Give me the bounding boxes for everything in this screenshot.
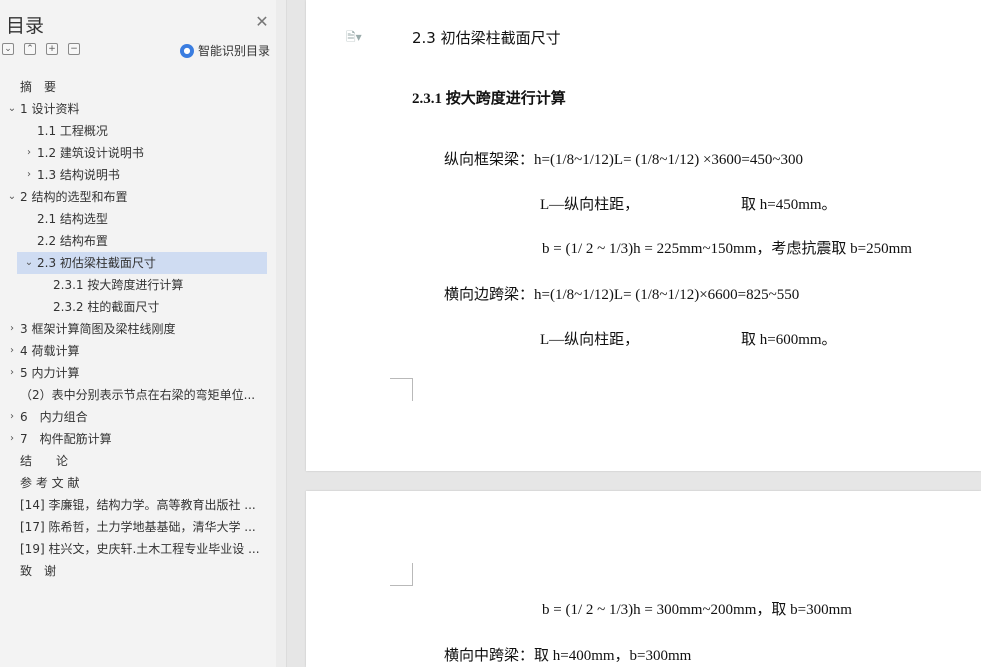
- toc-item-label: 3 框架计算简图及梁柱线刚度: [20, 322, 176, 336]
- page-corner-mark-2: [390, 563, 413, 586]
- toc-item[interactable]: [17] 陈希哲，土力学地基基础，清华大学 ...: [0, 516, 276, 538]
- chevron-right-icon[interactable]: ›: [5, 406, 19, 428]
- toc-item-label: [17] 陈希哲，土力学地基基础，清华大学 ...: [20, 520, 256, 534]
- toc-item[interactable]: 致 谢: [0, 560, 276, 582]
- toc-item[interactable]: › 5 内力计算: [0, 362, 276, 384]
- chevron-down-icon[interactable]: ⌄: [5, 98, 19, 120]
- toc-item[interactable]: 2.3.2 柱的截面尺寸: [0, 296, 276, 318]
- toc-item[interactable]: （2）表中分别表示节点在右梁的弯矩单位...: [0, 384, 276, 406]
- toc-item[interactable]: 2.2 结构布置: [0, 230, 276, 252]
- toc-item-label: 5 内力计算: [20, 366, 80, 380]
- toc-item-label: 摘 要: [20, 80, 57, 94]
- document-icon[interactable]: 🗎▾: [346, 28, 362, 49]
- toc-item[interactable]: [19] 柱兴文，史庆轩.土木工程专业毕业设 ...: [0, 538, 276, 560]
- toc-item-label: 2.2 结构布置: [37, 234, 108, 248]
- heading-2-3: 2.3 初估梁柱截面尺寸: [412, 29, 561, 47]
- toc-item[interactable]: [14] 李廉锟，结构力学。高等教育出版社 ...: [0, 494, 276, 516]
- toc-item-label: 2.3.2 柱的截面尺寸: [53, 300, 160, 314]
- toc-item-label: 致 谢: [20, 564, 57, 578]
- toc-item[interactable]: 2.3.1 按大跨度进行计算: [0, 274, 276, 296]
- toc-item[interactable]: › 4 荷载计算: [0, 340, 276, 362]
- toc-item[interactable]: › 6 内力组合: [0, 406, 276, 428]
- note-column-spacing-2: L—纵向柱距，: [540, 332, 640, 348]
- note-take-h: 取 h=450mm。: [741, 197, 837, 213]
- toc-item-label: 2.3 初估梁柱截面尺寸: [37, 256, 156, 270]
- note-take-h-2: 取 h=600mm。: [741, 332, 837, 348]
- toc-item[interactable]: ⌄ 2.3 初估梁柱截面尺寸: [17, 252, 267, 274]
- chevron-right-icon[interactable]: ›: [5, 362, 19, 384]
- toc-item[interactable]: › 1.2 建筑设计说明书: [0, 142, 276, 164]
- toc-item-label: 1.1 工程概况: [37, 124, 108, 138]
- chevron-right-icon[interactable]: ›: [5, 340, 19, 362]
- expand-all-icon[interactable]: ⌄: [2, 43, 14, 55]
- remove-heading-icon[interactable]: −: [68, 43, 80, 55]
- heading-2-3-1: 2.3.1 按大跨度进行计算: [412, 91, 566, 107]
- sidebar-scrollbar[interactable]: [276, 0, 286, 667]
- smart-toc-button[interactable]: ● 智能识别目录: [180, 42, 270, 59]
- toc-item-label: 6 内力组合: [20, 410, 88, 424]
- toc-item-label: 2.1 结构选型: [37, 212, 108, 226]
- close-icon[interactable]: ✕: [253, 13, 271, 31]
- toc-item-label: [19] 柱兴文，史庆轩.土木工程专业毕业设 ...: [20, 542, 260, 556]
- chevron-down-icon[interactable]: ⌄: [5, 186, 19, 208]
- formula-transverse-side-beam: 横向边跨梁：h=(1/8~1/12)L= (1/8~1/12)×6600=825…: [444, 287, 800, 303]
- note-column-spacing: L—纵向柱距，: [540, 197, 640, 213]
- toc-item[interactable]: ⌄ 2 结构的选型和布置: [0, 186, 276, 208]
- formula-longitudinal-beam: 纵向框架梁：h=(1/8~1/12)L= (1/8~1/12) ×3600=45…: [444, 152, 803, 168]
- page-corner-mark: [390, 378, 413, 401]
- formula-width: b = (1/ 2 ~ 1/3)h = 225mm~150mm，考虑抗震取 b=…: [542, 241, 912, 257]
- add-heading-icon[interactable]: +: [46, 43, 58, 55]
- toc-toolbar: ⌄ ⌃ + −: [2, 43, 80, 59]
- toc-item[interactable]: 2.1 结构选型: [0, 208, 276, 230]
- toc-item[interactable]: 1.1 工程概况: [0, 120, 276, 142]
- toc-item-label: （2）表中分别表示节点在右梁的弯矩单位...: [20, 388, 256, 402]
- chevron-right-icon[interactable]: ›: [22, 142, 36, 164]
- toc-item[interactable]: 参 考 文 献: [0, 472, 276, 494]
- document-page-2: b = (1/ 2 ~ 1/3)h = 300mm~200mm，取 b=300m…: [306, 491, 981, 667]
- document-page: 🗎▾ 2.3 初估梁柱截面尺寸 2.3.1 按大跨度进行计算 纵向框架梁：h=(…: [306, 0, 981, 471]
- toc-item[interactable]: 摘 要: [0, 76, 276, 98]
- formula-width-2: b = (1/ 2 ~ 1/3)h = 300mm~200mm，取 b=300m…: [542, 602, 852, 618]
- toc-item-label: 结 论: [20, 454, 69, 468]
- chevron-right-icon[interactable]: ›: [5, 318, 19, 340]
- toc-title: 目录: [6, 15, 45, 37]
- toc-item-label: 1.3 结构说明书: [37, 168, 120, 182]
- toc-list: 摘 要 ⌄ 1 设计资料 1.1 工程概况 › 1.2 建筑设计说明书 › 1.3 结构说明书…: [0, 76, 276, 582]
- toc-item[interactable]: › 1.3 结构说明书: [0, 164, 276, 186]
- toc-item-label: 1 设计资料: [20, 102, 80, 116]
- toc-item[interactable]: › 7 构件配筋计算: [0, 428, 276, 450]
- smart-recognition-icon: ●: [180, 43, 194, 58]
- toc-item-label: 1.2 建筑设计说明书: [37, 146, 144, 160]
- chevron-down-icon[interactable]: ⌄: [22, 252, 36, 274]
- toc-item[interactable]: ⌄ 1 设计资料: [0, 98, 276, 120]
- collapse-all-icon[interactable]: ⌃: [24, 43, 36, 55]
- toc-item[interactable]: 结 论: [0, 450, 276, 472]
- toc-item-label: 4 荷载计算: [20, 344, 80, 358]
- chevron-right-icon[interactable]: ›: [22, 164, 36, 186]
- toc-item-label: 2 结构的选型和布置: [20, 190, 128, 204]
- toc-item-label: 2.3.1 按大跨度进行计算: [53, 278, 184, 292]
- formula-middle-beam: 横向中跨梁：取 h=400mm，b=300mm: [444, 648, 692, 664]
- toc-item-label: 参 考 文 献: [20, 476, 80, 490]
- toc-item-label: 7 构件配筋计算: [20, 432, 112, 446]
- toc-item-label: [14] 李廉锟，结构力学。高等教育出版社 ...: [20, 498, 256, 512]
- smart-toc-label: 智能识别目录: [198, 44, 271, 58]
- toc-item[interactable]: › 3 框架计算简图及梁柱线刚度: [0, 318, 276, 340]
- chevron-right-icon[interactable]: ›: [5, 428, 19, 450]
- toc-sidebar: 目录 ✕ ⌄ ⌃ + − ● 智能识别目录 摘 要 ⌄ 1 设计资料 1.1 工程概况…: [0, 0, 287, 667]
